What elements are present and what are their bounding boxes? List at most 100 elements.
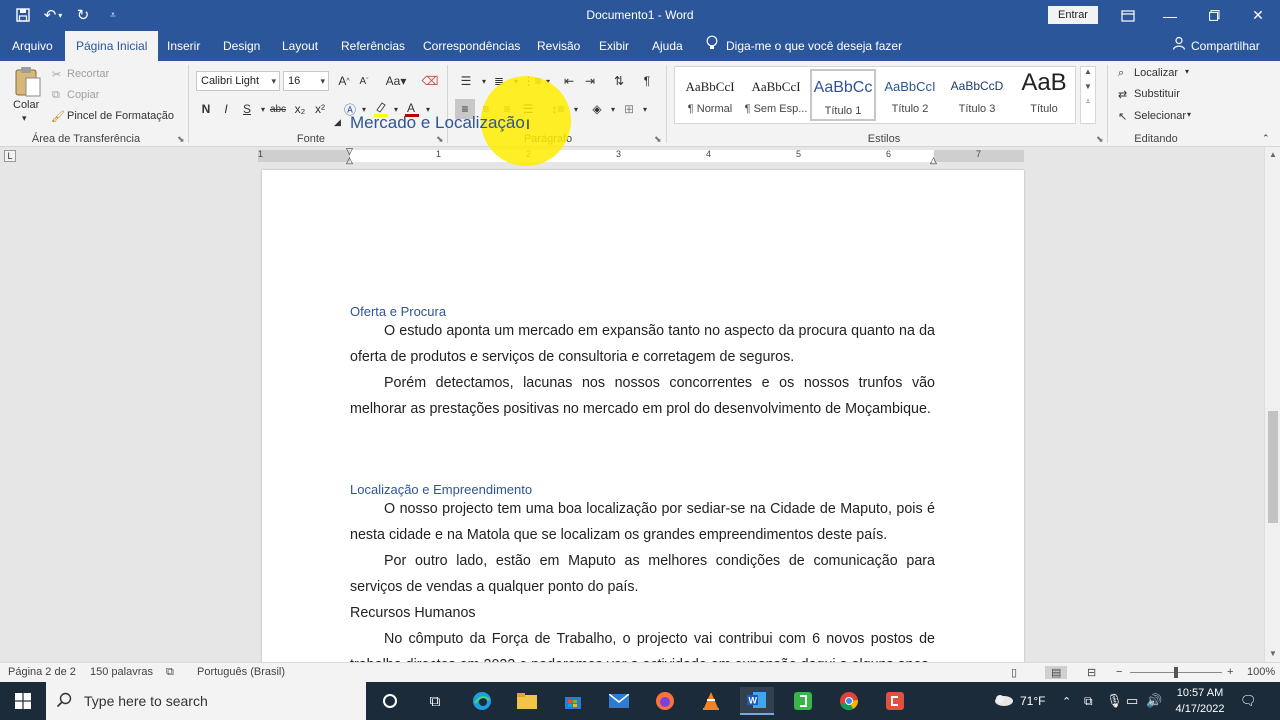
find-icon[interactable]: ⌕ xyxy=(1118,67,1124,80)
word-count[interactable]: 150 palavras xyxy=(90,666,153,678)
paragraph-dialog-launcher-icon[interactable]: ⬊ xyxy=(654,134,662,145)
find-button[interactable]: Localizar xyxy=(1134,67,1178,79)
edge-icon[interactable] xyxy=(465,687,499,715)
windows-start-icon[interactable] xyxy=(0,682,46,720)
cut-button[interactable]: Recortar xyxy=(67,68,109,80)
tab-selector-icon[interactable]: L xyxy=(4,150,16,162)
format-painter-button[interactable]: Pincel de Formatação xyxy=(67,110,174,122)
vlc-icon[interactable] xyxy=(694,687,728,715)
clipboard-dialog-launcher-icon[interactable]: ⬊ xyxy=(177,134,185,145)
tab-correspondencias[interactable]: Correspondências xyxy=(412,31,531,61)
sign-in-button[interactable]: Entrar xyxy=(1048,6,1098,24)
style-heading-1[interactable]: AaBbCc Título 1 xyxy=(810,69,876,121)
replace-button[interactable]: Substituir xyxy=(1134,88,1180,100)
copy-icon[interactable]: ⧉ xyxy=(52,89,60,102)
firefox-icon[interactable] xyxy=(648,687,682,715)
styles-dialog-launcher-icon[interactable]: ⬊ xyxy=(1096,134,1104,145)
zoom-slider-knob[interactable] xyxy=(1174,667,1178,678)
subheading-localizacao-empreendimento[interactable]: Localização e Empreendimento xyxy=(350,482,532,497)
chrome-icon[interactable] xyxy=(832,687,866,715)
zoom-out-icon[interactable]: − xyxy=(1116,666,1122,678)
paste-icon[interactable] xyxy=(13,66,43,98)
more-styles-icon[interactable]: ⩡ xyxy=(1081,97,1095,107)
find-dropdown-icon[interactable]: ▾ xyxy=(1185,67,1189,76)
increase-indent-icon[interactable]: ⇥ xyxy=(580,71,600,91)
tab-ajuda[interactable]: Ajuda xyxy=(641,31,694,61)
scrollbar-thumb[interactable] xyxy=(1268,411,1278,523)
tab-layout[interactable]: Layout xyxy=(271,31,329,61)
horizontal-ruler[interactable]: 1 1 2 3 4 5 6 7 ▽ △ △ xyxy=(258,146,1024,165)
maximize-icon[interactable] xyxy=(1192,0,1236,31)
zoom-in-icon[interactable]: + xyxy=(1227,666,1233,678)
taskbar-search[interactable]: Type here to search xyxy=(46,682,366,720)
read-mode-icon[interactable]: ▯ xyxy=(1011,666,1017,679)
change-case-icon[interactable]: Aa▾ xyxy=(382,71,410,91)
select-button[interactable]: Selecionar xyxy=(1134,110,1186,122)
font-size-select[interactable]: 16 ▾ xyxy=(283,71,329,91)
mail-icon[interactable] xyxy=(602,687,636,715)
subheading-oferta-procura[interactable]: Oferta e Procura xyxy=(350,304,446,319)
paste-dropdown-icon[interactable]: ▾ xyxy=(22,113,27,124)
grow-font-icon[interactable]: A ^ xyxy=(334,71,354,91)
subscript-button[interactable]: x₂ xyxy=(290,99,310,119)
select-dropdown-icon[interactable]: ▾ xyxy=(1187,110,1191,119)
shrink-font-icon[interactable]: Aˇ xyxy=(354,71,374,91)
tab-exibir[interactable]: Exibir xyxy=(588,31,640,61)
network-icon[interactable]: ▭ xyxy=(1126,682,1138,720)
file-explorer-icon[interactable] xyxy=(510,687,544,715)
cut-icon[interactable]: ✂ xyxy=(52,68,61,81)
italic-button[interactable]: I xyxy=(216,99,236,119)
paragraph[interactable]: O estudo aponta um mercado em expansão t… xyxy=(350,319,935,370)
notifications-icon[interactable]: 🗨 xyxy=(1240,682,1257,720)
proofing-icon[interactable]: ⧉ xyxy=(166,666,174,679)
chevron-up-icon[interactable]: ▲ xyxy=(1081,67,1095,76)
print-layout-icon[interactable]: ▤ xyxy=(1045,666,1068,679)
camtasia-recorder-icon[interactable] xyxy=(878,687,912,715)
tab-pagina-inicial[interactable]: Página Inicial xyxy=(65,31,159,61)
font-dialog-launcher-icon[interactable]: ⬊ xyxy=(436,134,444,145)
decrease-indent-icon[interactable]: ⇤ xyxy=(559,71,579,91)
system-clock[interactable]: 10:57 AM 4/17/2022 xyxy=(1168,685,1232,717)
zoom-level[interactable]: 100% xyxy=(1247,666,1275,678)
style-no-spacing[interactable]: AaBbCcI ¶ Sem Esp... xyxy=(743,69,809,121)
bold-button[interactable]: N xyxy=(196,99,216,119)
heading-recursos-humanos[interactable]: Recursos Humanos xyxy=(350,605,476,621)
ribbon-display-options-icon[interactable] xyxy=(1106,0,1150,31)
scroll-up-icon[interactable]: ▲ xyxy=(1265,147,1280,163)
web-layout-icon[interactable]: ⊟ xyxy=(1087,666,1096,679)
format-painter-icon[interactable]: 🖌 xyxy=(51,110,65,123)
scroll-down-icon[interactable]: ▼ xyxy=(1265,646,1280,662)
collapse-ribbon-icon[interactable]: ⌃ xyxy=(1262,133,1270,144)
show-hidden-icons[interactable]: ⌃ xyxy=(1062,682,1071,720)
clear-formatting-icon[interactable]: ⌫ xyxy=(420,71,440,91)
paste-button[interactable]: Colar xyxy=(13,99,39,111)
collapse-heading-icon[interactable]: ◢ xyxy=(334,117,341,128)
select-icon[interactable]: ↖ xyxy=(1118,110,1127,123)
copy-button[interactable]: Copiar xyxy=(67,89,99,101)
style-normal[interactable]: AaBbCcI ¶ Normal xyxy=(677,69,743,121)
weather-widget[interactable]: 71°F xyxy=(992,682,1045,720)
borders-dropdown-icon[interactable]: ▾ xyxy=(635,99,655,119)
microphone-icon[interactable]: 🎙 xyxy=(1106,682,1123,720)
word-icon[interactable]: W xyxy=(740,687,774,715)
font-name-select[interactable]: Calibri Light ▾ xyxy=(196,71,280,91)
chevron-down-icon[interactable]: ▼ xyxy=(1081,82,1095,91)
language-status[interactable]: Português (Brasil) xyxy=(197,666,285,678)
paragraph[interactable]: No cômputo da Força de Trabalho, o proje… xyxy=(350,627,935,662)
superscript-button[interactable]: x² xyxy=(310,99,330,119)
style-heading-2[interactable]: AaBbCcI Título 2 xyxy=(877,69,943,121)
tab-design[interactable]: Design xyxy=(212,31,271,61)
cortana-icon[interactable] xyxy=(373,687,407,715)
heading-mercado-localizacao[interactable]: Mercado e Localização xyxy=(350,113,525,133)
share-button[interactable]: Compartilhar xyxy=(1172,31,1260,61)
tab-arquivo[interactable]: Arquivo xyxy=(1,31,64,61)
paragraph[interactable]: Porém detectamos, lacunas nos nossos con… xyxy=(350,371,935,422)
show-formatting-marks-icon[interactable]: ¶ xyxy=(637,71,657,91)
tab-referencias[interactable]: Referências xyxy=(330,31,416,61)
page-count[interactable]: Página 2 de 2 xyxy=(8,666,76,678)
paragraph[interactable]: Por outro lado, estão em Maputo as melho… xyxy=(350,549,935,600)
tab-revisao[interactable]: Revisão xyxy=(526,31,591,61)
styles-scroll[interactable]: ▲ ▼ ⩡ xyxy=(1080,66,1096,124)
style-title[interactable]: AaB Título xyxy=(1011,69,1077,121)
replace-icon[interactable]: ⇄ xyxy=(1118,88,1127,101)
